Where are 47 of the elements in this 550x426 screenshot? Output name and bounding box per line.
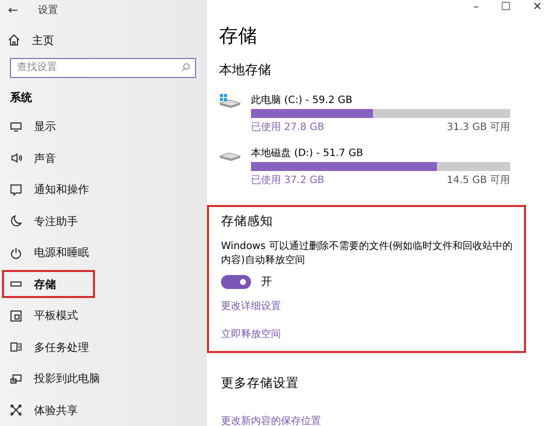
system-drive-icon [219, 93, 241, 109]
settings-link[interactable]: 更改详细设置 [221, 295, 514, 317]
used-space: 已使用 27.8 GB [251, 121, 324, 134]
sidebar-item[interactable]: 平板模式 [2, 302, 207, 330]
section-heading: 更多存储设置 [221, 375, 300, 392]
drive-name: 此电脑 (C:) - 59.2 GB [251, 94, 354, 107]
maximize-button[interactable]: ☐ [500, 0, 511, 13]
section-heading: 存储感知 [221, 213, 274, 230]
window-title: 设置 [38, 4, 58, 17]
settings-link[interactable]: 立即释放空间 [221, 323, 514, 345]
search-field[interactable]: 查找设置 [10, 58, 196, 78]
section-heading: 本地存储 [219, 62, 272, 79]
description-text: Windows 可以通过删除不需要的文件(例如临时文件和回收站中的内容)自动释放空间 [221, 240, 514, 268]
toggle-switch[interactable] [221, 274, 251, 288]
free-space: 14.5 GB 可用 [446, 174, 510, 187]
back-button[interactable]: ← [8, 2, 18, 17]
sidebar-item[interactable]: 通知和操作 [2, 176, 207, 204]
projector-icon [10, 372, 22, 385]
share-icon [10, 404, 22, 416]
sidebar-item[interactable]: 声音 [2, 144, 207, 172]
minimize-button[interactable]: – [473, 0, 479, 13]
home-icon [8, 34, 20, 46]
sidebar-item[interactable]: 体验共享 [2, 396, 207, 424]
section-heading: 系统 [9, 90, 33, 106]
moon-icon [10, 215, 22, 228]
sidebar-item[interactable]: 专注助手 [2, 207, 207, 235]
drive-name: 本地磁盘 (D:) - 51.7 GB [251, 146, 364, 160]
sidebar-item[interactable]: 多任务处理 [2, 333, 207, 361]
monitor-icon [10, 120, 22, 133]
search-icon [181, 62, 190, 72]
tablet-icon [10, 310, 22, 322]
drive-icon [219, 152, 241, 162]
sidebar-item[interactable]: 显示 [2, 112, 207, 140]
page-title: 存储 [219, 24, 258, 49]
free-space: 31.3 GB 可用 [446, 121, 510, 134]
settings-link[interactable]: 更改新内容的保存位置 [221, 410, 550, 426]
multitask-icon [10, 341, 22, 354]
sidebar-item[interactable]: 电源和睡眠 [2, 238, 207, 266]
toggle-label: 开 [261, 274, 272, 289]
used-space: 已使用 37.2 GB [251, 174, 324, 187]
home-item[interactable]: 主页 [0, 29, 207, 52]
message-icon [10, 184, 22, 196]
speaker-icon [10, 152, 22, 164]
power-icon [10, 246, 22, 259]
sidebar-item[interactable]: 存储 [2, 270, 95, 298]
sidebar-item[interactable]: 投影到此电脑 [2, 364, 207, 392]
close-button[interactable]: ✕ [532, 0, 542, 13]
